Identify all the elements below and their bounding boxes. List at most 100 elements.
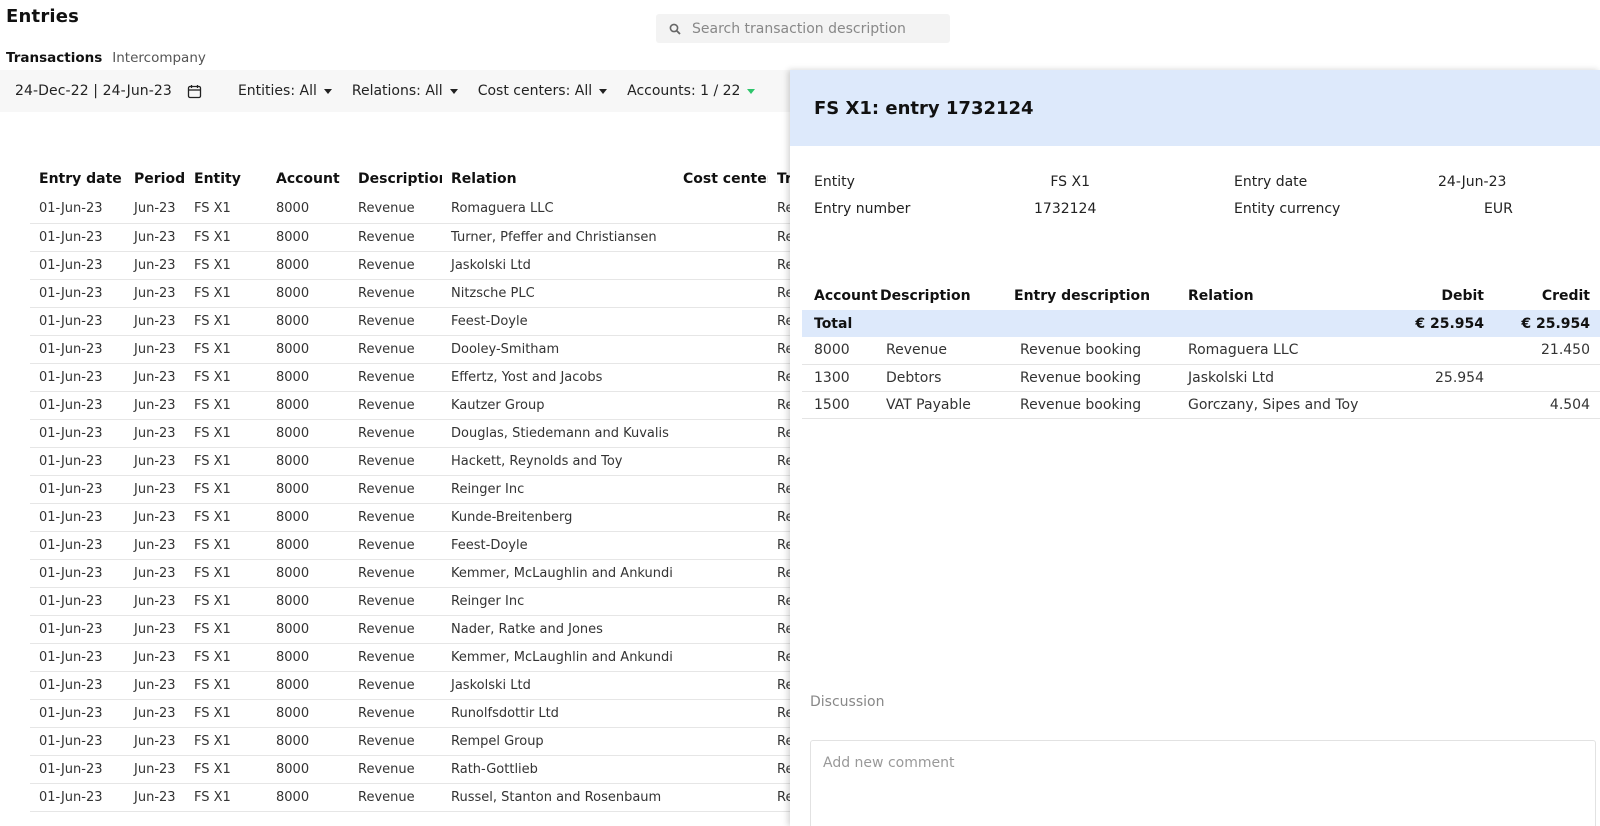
- column-header[interactable]: Tr: [768, 163, 790, 195]
- column-header[interactable]: Entity: [185, 163, 267, 195]
- table-row[interactable]: 01-Jun-23 Jun-23 FS X1 8000 Revenue Kemmer, M…: [30, 559, 790, 588]
- table-row[interactable]: 01-Jun-23 Jun-23 FS X1 8000 Revenue Reinger I…: [30, 475, 790, 504]
- table-cell: [674, 531, 768, 560]
- accounts-filter[interactable]: Accounts: 1 / 22: [627, 83, 756, 99]
- total-row: Total € 25.954 € 25.954: [802, 310, 1600, 337]
- table-row[interactable]: 01-Jun-23 Jun-23 FS X1 8000 Revenue Nader, Ra…: [30, 615, 790, 644]
- table-cell: FS X1: [185, 335, 267, 364]
- table-cell: Jun-23: [125, 531, 185, 560]
- table-cell: Jun-23: [125, 615, 185, 644]
- table-row[interactable]: 01-Jun-23 Jun-23 FS X1 8000 Revenue Nitzsche …: [30, 279, 790, 308]
- table-row[interactable]: 01-Jun-23 Jun-23 FS X1 8000 Revenue Russel, S…: [30, 783, 790, 812]
- column-header[interactable]: Account: [267, 163, 349, 195]
- table-row[interactable]: 01-Jun-23 Jun-23 FS X1 8000 Revenue Kunde-Bre…: [30, 503, 790, 532]
- table-cell: [674, 727, 768, 756]
- search-input[interactable]: [692, 20, 942, 37]
- entry-lines-table: Account Description Entry description Relat…: [802, 282, 1600, 419]
- table-row[interactable]: 01-Jun-23 Jun-23 FS X1 8000 Revenue Jaskolski…: [30, 671, 790, 700]
- table-cell: [674, 503, 768, 532]
- entry-line-row[interactable]: 1300 Debtors Revenue booking Jaskolski Ltd 2…: [802, 364, 1600, 392]
- relations-filter[interactable]: Relations: All: [352, 83, 458, 99]
- table-row[interactable]: 01-Jun-23 Jun-23 FS X1 8000 Revenue Kautzer G…: [30, 391, 790, 420]
- entry-line-row[interactable]: 8000 Revenue Revenue booking Romaguera LLC 2…: [802, 337, 1600, 365]
- entry-line-cell: 1500: [802, 391, 868, 419]
- table-cell: [674, 223, 768, 252]
- table-cell: FS X1: [185, 419, 267, 448]
- table-cell: 01-Jun-23: [30, 615, 125, 644]
- comment-input[interactable]: [810, 740, 1596, 826]
- table-cell: 01-Jun-23: [30, 503, 125, 532]
- table-cell: Revenue: [349, 279, 442, 308]
- date-range-field[interactable]: 24-Dec-22 | 24-Jun-23: [15, 83, 172, 99]
- entry-line-row[interactable]: 1500 VAT Payable Revenue booking Gorczany, …: [802, 391, 1600, 419]
- table-cell: FS X1: [185, 727, 267, 756]
- search-box[interactable]: [656, 14, 950, 43]
- entities-filter[interactable]: Entities: All: [238, 83, 332, 99]
- table-cell: 01-Jun-23: [30, 391, 125, 420]
- entry-number-value: 1732124: [1034, 201, 1097, 217]
- table-cell: FS X1: [185, 279, 267, 308]
- table-row[interactable]: 01-Jun-23 Jun-23 FS X1 8000 Revenue Turner, P…: [30, 223, 790, 252]
- lines-column-header: Entry description: [1014, 288, 1151, 304]
- table-cell: Hackett, Reynolds and Toy: [442, 447, 674, 476]
- column-header[interactable]: Period: [125, 163, 185, 195]
- table-cell: Re: [768, 279, 790, 308]
- table-cell: Jun-23: [125, 363, 185, 392]
- entry-line-cell: Revenue booking: [1002, 337, 1176, 365]
- entry-line-cell: Gorczany, Sipes and Toy: [1176, 391, 1382, 419]
- table-cell: Re: [768, 391, 790, 420]
- table-row[interactable]: 01-Jun-23 Jun-23 FS X1 8000 Revenue Romaguera…: [30, 195, 790, 224]
- entry-detail-panel: FS X1: entry 1732124 Entity FS X1 Entry …: [790, 70, 1600, 826]
- relations-filter-label: Relations: All: [351, 83, 443, 99]
- table-cell: Revenue: [349, 363, 442, 392]
- table-row[interactable]: 01-Jun-23 Jun-23 FS X1 8000 Revenue Kemmer, M…: [30, 643, 790, 672]
- table-row[interactable]: 01-Jun-23 Jun-23 FS X1 8000 Revenue Jaskolski…: [30, 251, 790, 280]
- table-cell: Jun-23: [125, 783, 185, 812]
- table-cell: Revenue: [349, 195, 442, 224]
- table-cell: Revenue: [349, 475, 442, 504]
- table-cell: 8000: [267, 363, 349, 392]
- table-row[interactable]: 01-Jun-23 Jun-23 FS X1 8000 Revenue Runolfsdo…: [30, 699, 790, 728]
- table-cell: Jun-23: [125, 447, 185, 476]
- table-cell: Jun-23: [125, 223, 185, 252]
- tab-transactions[interactable]: Transactions: [6, 50, 102, 66]
- table-row[interactable]: 01-Jun-23 Jun-23 FS X1 8000 Revenue Feest-Doy…: [30, 531, 790, 560]
- table-cell: [674, 783, 768, 812]
- calendar-icon[interactable]: [186, 82, 204, 100]
- table-row[interactable]: 01-Jun-23 Jun-23 FS X1 8000 Revenue Rempel Gr…: [30, 727, 790, 756]
- table-cell: FS X1: [185, 363, 267, 392]
- table-row[interactable]: 01-Jun-23 Jun-23 FS X1 8000 Revenue Feest-Doy…: [30, 307, 790, 336]
- tab-intercompany[interactable]: Intercompany: [112, 50, 206, 66]
- table-cell: [674, 195, 768, 224]
- table-cell: Effertz, Yost and Jacobs: [442, 363, 674, 392]
- table-cell: 8000: [267, 307, 349, 336]
- chevron-down-icon: [323, 88, 332, 94]
- table-cell: 8000: [267, 279, 349, 308]
- lines-column-header: Credit: [1541, 288, 1590, 304]
- search-icon: [664, 18, 686, 40]
- table-row[interactable]: 01-Jun-23 Jun-23 FS X1 8000 Revenue Dooley-Sm…: [30, 335, 790, 364]
- table-cell: 8000: [267, 755, 349, 784]
- table-cell: 8000: [267, 251, 349, 280]
- table-cell: [674, 643, 768, 672]
- table-row[interactable]: 01-Jun-23 Jun-23 FS X1 8000 Revenue Rath-Gott…: [30, 755, 790, 784]
- table-cell: FS X1: [185, 559, 267, 588]
- table-row[interactable]: 01-Jun-23 Jun-23 FS X1 8000 Revenue Effertz, …: [30, 363, 790, 392]
- table-row[interactable]: 01-Jun-23 Jun-23 FS X1 8000 Revenue Hackett, …: [30, 447, 790, 476]
- table-cell: Reinger Inc: [442, 587, 674, 616]
- table-row[interactable]: 01-Jun-23 Jun-23 FS X1 8000 Revenue Reinger I…: [30, 587, 790, 616]
- table-cell: Re: [768, 223, 790, 252]
- column-header[interactable]: Cost center: [674, 163, 768, 195]
- column-header[interactable]: Relation: [442, 163, 674, 195]
- cost-centers-filter[interactable]: Cost centers: All: [477, 83, 608, 99]
- cost-centers-filter-label: Cost centers: All: [477, 83, 593, 99]
- lines-column-header: Description: [880, 288, 971, 304]
- column-header[interactable]: Entry date: [30, 163, 125, 195]
- column-header[interactable]: Description: [349, 163, 442, 195]
- table-row[interactable]: 01-Jun-23 Jun-23 FS X1 8000 Revenue Douglas, …: [30, 419, 790, 448]
- table-cell: FS X1: [185, 615, 267, 644]
- table-cell: Revenue: [349, 727, 442, 756]
- total-debit: € 25.954: [1382, 310, 1494, 337]
- entry-line-cell: [1382, 337, 1494, 365]
- table-cell: Re: [768, 643, 790, 672]
